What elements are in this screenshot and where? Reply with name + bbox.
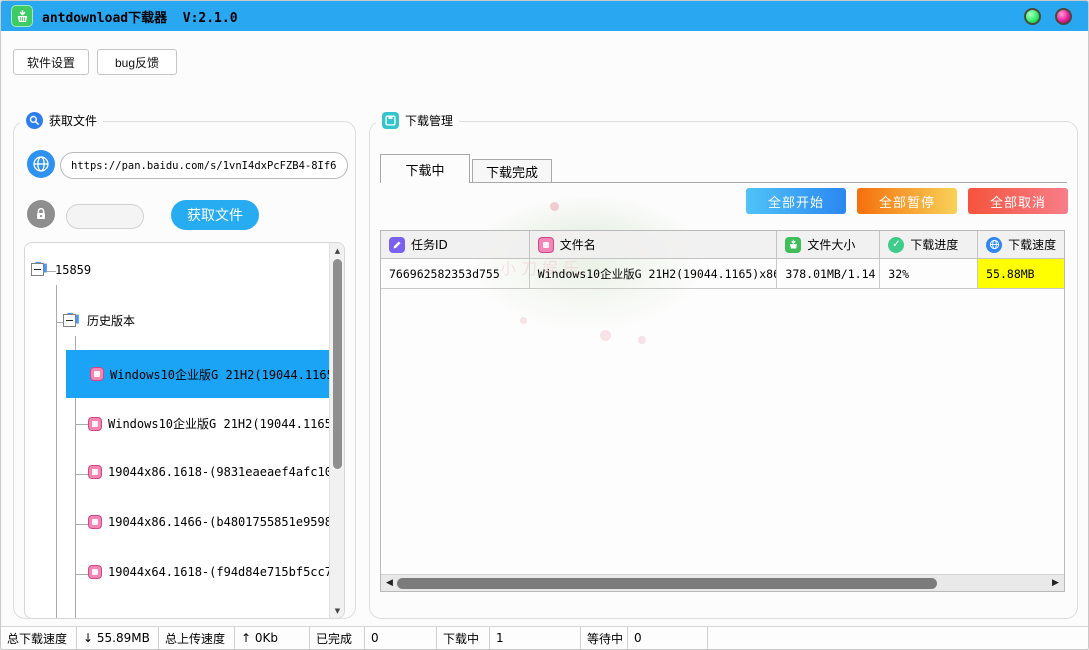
tree-scrollbar-thumb[interactable] (333, 259, 342, 469)
tree-item[interactable]: 19044x64.1618-(f94d84e715bf5cc707d (88, 565, 345, 579)
download-manager-legend: 下载管理 (376, 112, 459, 129)
fetch-file-button[interactable]: 获取文件 (171, 200, 259, 230)
tree-node-history-folder[interactable]: 历史版本 (63, 312, 135, 329)
tree-item-label: 19044x86.1466-(b4801755851e9598166 (108, 515, 345, 529)
status-downloading-value: 1 (490, 627, 581, 649)
speed-globe-icon (986, 237, 1002, 253)
scroll-left-icon[interactable]: ◀ (383, 578, 396, 588)
task-edit-icon (389, 237, 405, 253)
fetch-file-legend: 获取文件 (20, 112, 103, 129)
cell-filename: Windows10企业版G 21H2(19044.1165)x86.W (530, 259, 778, 288)
file-tree: 15859 历史版本 Windows10企业版G 21H2( (24, 242, 345, 619)
column-header-progress[interactable]: ✓ 下载进度 (880, 231, 978, 258)
column-header-filename[interactable]: 文件名 (530, 231, 778, 258)
status-waiting-value: 0 (628, 627, 708, 649)
collapse-expander-icon[interactable] (63, 314, 76, 327)
disk-icon (382, 112, 399, 129)
tree-item-label: 19044x86.1618-(9831eaeaef4afc1004c (108, 465, 345, 479)
settings-button[interactable]: 软件设置 (13, 49, 89, 75)
share-url-input[interactable] (60, 152, 348, 179)
tree-item-label: Windows10企业版G 21H2(19044.1165)x (108, 415, 345, 432)
cell-filesize: 378.01MB/1.14 (777, 259, 880, 288)
close-orb-button[interactable] (1055, 8, 1072, 25)
file-cube-icon (90, 367, 104, 381)
tree-item[interactable]: 19044x86.1618-(9831eaeaef4afc1004c (88, 465, 345, 479)
lock-icon (27, 200, 55, 228)
tree-connector-stub (75, 424, 88, 425)
table-horizontal-scrollbar[interactable]: ◀ ▶ (381, 574, 1064, 591)
status-completed-label: 已完成 (310, 627, 365, 649)
tab-downloading[interactable]: 下载中 (380, 154, 470, 183)
status-waiting-label: 等待中 (581, 627, 628, 649)
cell-speed: 55.88MB (978, 259, 1064, 288)
status-bar: 总下载速度 ↓ 55.89MB 总上传速度 ↑ 0Kb 已完成 0 下载中 1 … (1, 626, 1088, 649)
status-total-download-speed-label: 总下载速度 (1, 627, 77, 649)
download-table: 任务ID 文件名 文件大小 ✓ 下载进度 (380, 230, 1065, 592)
file-size-icon (785, 237, 801, 253)
app-window: antdownload下载器 V:2.1.0 软件设置 bug反馈 获取文件 (0, 0, 1089, 650)
tree-item-selected[interactable]: Windows10企业版G 21H2(19044.1165)x (66, 350, 329, 398)
tree-connector-stub (75, 574, 88, 575)
download-manager-group: 下载管理 小刀娱乐 下载中 下载完成 全部开始 全部暂停 全部取消 任务ID (369, 121, 1078, 619)
tree-item-label: Windows10企业版G 21H2(19044.1165)x (110, 366, 329, 383)
column-header-task-id[interactable]: 任务ID (381, 231, 530, 258)
fetch-file-group: 获取文件 获取文件 (13, 121, 356, 619)
collapse-expander-icon[interactable] (31, 263, 44, 276)
search-icon (26, 112, 43, 129)
tree-node-label: 历史版本 (87, 312, 135, 329)
tree-vertical-scrollbar[interactable]: ▲ ▼ (329, 243, 344, 618)
fetch-file-legend-label: 获取文件 (49, 112, 97, 129)
scroll-down-icon[interactable]: ▼ (330, 603, 345, 618)
tree-node-label: 15859 (55, 263, 91, 277)
scroll-up-icon[interactable]: ▲ (330, 243, 345, 258)
status-downloading-label: 下载中 (437, 627, 490, 649)
progress-check-icon: ✓ (888, 237, 904, 253)
table-header-row: 任务ID 文件名 文件大小 ✓ 下载进度 (381, 231, 1064, 259)
cell-progress: 32% (880, 259, 978, 288)
window-title: antdownload下载器 V:2.1.0 (42, 7, 238, 26)
file-cube-icon (538, 237, 554, 253)
column-header-filesize[interactable]: 文件大小 (777, 231, 880, 258)
tree-connector-stub (75, 524, 88, 525)
status-filler (708, 627, 1088, 649)
app-logo-icon (11, 5, 33, 27)
status-total-upload-speed-value: ↑ 0Kb (235, 627, 310, 649)
tree-item-label: 19044x64.1618-(f94d84e715bf5cc707d (108, 565, 345, 579)
cancel-all-button[interactable]: 全部取消 (968, 188, 1068, 214)
pause-all-button[interactable]: 全部暂停 (857, 188, 957, 214)
globe-icon (27, 150, 55, 178)
cell-task-id: 766962582353d755 (381, 259, 530, 288)
titlebar: antdownload下载器 V:2.1.0 (1, 1, 1088, 31)
tree-node-root[interactable]: 15859 (31, 261, 91, 278)
start-all-button[interactable]: 全部开始 (746, 188, 846, 214)
tab-completed[interactable]: 下载完成 (472, 159, 552, 183)
status-total-upload-speed-label: 总上传速度 (159, 627, 235, 649)
watermark-dot (550, 202, 559, 211)
tree-connector-stub (56, 322, 63, 323)
minimize-orb-button[interactable] (1024, 8, 1041, 25)
download-manager-legend-label: 下载管理 (405, 112, 453, 129)
tree-connector-line (56, 285, 57, 618)
status-completed-value: 0 (365, 627, 437, 649)
tree-connector-stub (75, 474, 88, 475)
file-cube-icon (88, 515, 102, 529)
bug-feedback-button[interactable]: bug反馈 (97, 49, 177, 75)
extraction-code-input[interactable] (66, 204, 144, 229)
tree-item[interactable]: Windows10企业版G 21H2(19044.1165)x (88, 415, 345, 432)
file-cube-icon (88, 565, 102, 579)
tree-item[interactable]: 19044x86.1466-(b4801755851e9598166 (88, 515, 345, 529)
status-total-download-speed-value: ↓ 55.89MB (77, 627, 159, 649)
table-scrollbar-thumb[interactable] (397, 578, 937, 589)
window-controls (1024, 8, 1078, 25)
file-cube-icon (88, 417, 102, 431)
scroll-right-icon[interactable]: ▶ (1049, 578, 1062, 588)
file-cube-icon (88, 465, 102, 479)
column-header-speed[interactable]: 下载速度 (978, 231, 1064, 258)
table-row[interactable]: 766962582353d755 Windows10企业版G 21H2(1904… (381, 259, 1064, 289)
